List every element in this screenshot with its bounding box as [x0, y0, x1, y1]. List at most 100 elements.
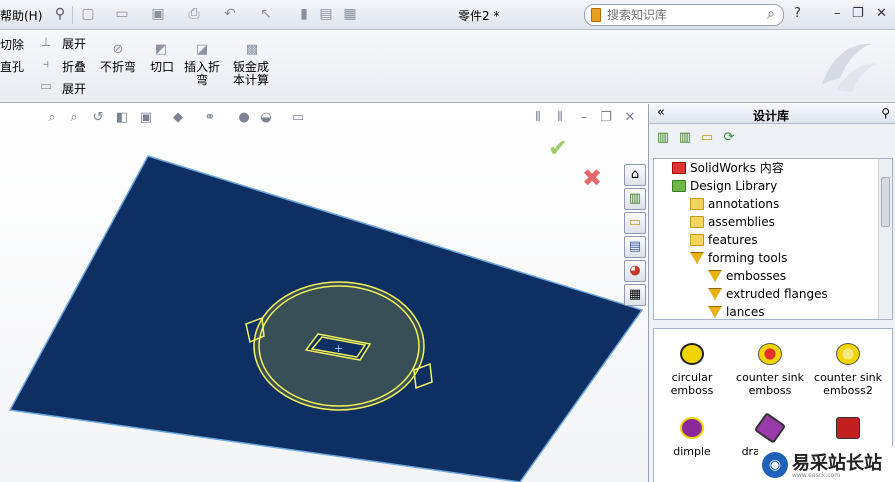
design-library-panel: « 设计库 ⚲ ▥ ▥ ▭ ⟳ SolidWorks 内容 Design Lib…: [648, 104, 895, 482]
watermark-logo-icon: ◉: [762, 452, 788, 478]
forming-tool-icon: [708, 270, 722, 282]
solidworks-content-icon: [672, 162, 686, 174]
unfold-icon: ⟂: [41, 35, 51, 50]
origin-marker: +: [334, 342, 343, 355]
help-menu[interactable]: 帮助(H): [0, 7, 42, 24]
design-library-tab[interactable]: ▥: [624, 188, 646, 210]
library-icon: ▥: [628, 191, 642, 206]
tree-item-features[interactable]: features: [690, 231, 758, 249]
tree-item-lances[interactable]: lances: [708, 303, 765, 319]
print-icon[interactable]: ⎙: [186, 6, 202, 22]
folder-icon: [690, 216, 704, 228]
open-folder-icon[interactable]: ▭: [114, 6, 130, 22]
library-item-counter-sink-emboss[interactable]: counter sink emboss: [732, 343, 808, 397]
book-icon: [591, 8, 601, 22]
new-document-icon[interactable]: ▢: [80, 6, 96, 22]
design-library-title: 设计库: [753, 109, 790, 123]
rebuild-icon[interactable]: ▮: [296, 6, 312, 22]
folder-icon: [690, 198, 704, 210]
file-explorer-tab[interactable]: ▭: [624, 212, 646, 234]
library-item-partial[interactable]: [810, 417, 886, 445]
pin-icon[interactable]: ⚲: [881, 106, 890, 120]
close-icon[interactable]: ✕: [876, 6, 887, 21]
tree-item-label: extruded flanges: [726, 287, 828, 301]
extruded-flange-icon: [836, 417, 860, 439]
design-library-tree: SolidWorks 内容 Design Library annotations…: [653, 158, 893, 320]
knowledge-search-box[interactable]: ⌕: [584, 4, 784, 26]
tree-item-label: annotations: [708, 197, 780, 211]
options-icon[interactable]: ▦: [342, 6, 358, 22]
undo-icon[interactable]: ↶: [222, 6, 238, 22]
no-bends-button[interactable]: 不折弯: [100, 60, 136, 74]
insert-bends-icon: ◪: [195, 42, 209, 57]
pin-icon[interactable]: ⚲: [52, 6, 68, 22]
library-item-counter-sink-emboss2[interactable]: counter sink emboss2: [810, 343, 886, 397]
tree-item-annotations[interactable]: annotations: [690, 195, 779, 213]
toolbar-separator: [72, 6, 73, 24]
library-item-dimple[interactable]: dimple: [654, 417, 730, 458]
restore-icon[interactable]: ❐: [852, 6, 864, 21]
ds-logo: [812, 34, 884, 98]
appearance-ball-icon: ◕: [629, 263, 641, 278]
tree-item-label: Design Library: [690, 179, 778, 193]
cut-extrude-button[interactable]: 切除: [0, 38, 24, 52]
title-bar: 帮助(H) ⚲ ▢ ▭ ▣ ⎙ ↶ ↖ ▮ ▤ ▦ 零件2 * ⌕ ? – ❐ …: [0, 0, 895, 30]
create-new-folder-icon[interactable]: ▭: [699, 130, 715, 146]
solidworks-resources-tab[interactable]: ⌂: [624, 164, 646, 186]
sheet-metal-part[interactable]: +: [0, 104, 648, 482]
flatten-button[interactable]: 展开: [62, 82, 86, 96]
rip-button[interactable]: 切口: [150, 60, 174, 74]
file-properties-icon[interactable]: ▤: [318, 6, 334, 22]
add-file-location-icon[interactable]: ▥: [677, 130, 693, 146]
select-pointer-icon[interactable]: ↖: [258, 6, 274, 22]
fold-button[interactable]: 折叠: [62, 60, 86, 74]
watermark-subtext: www.easck.com: [792, 472, 841, 479]
unfold-button[interactable]: 展开: [62, 37, 86, 51]
sheet-cost-icon: ▩: [245, 42, 259, 57]
custom-properties-tab[interactable]: ▦: [624, 284, 646, 306]
folder-icon: ▭: [628, 215, 642, 230]
knowledge-search-input[interactable]: [607, 7, 757, 23]
sheet-cost-button-line2: 本计算: [233, 73, 270, 87]
home-icon: ⌂: [630, 167, 640, 182]
tree-scrollbar-thumb[interactable]: [881, 177, 890, 227]
appearances-tab[interactable]: ◕: [624, 260, 646, 282]
library-item-circular-emboss[interactable]: circular emboss: [654, 343, 730, 397]
insert-bends-button-line2: 弯: [196, 73, 209, 87]
tree-item-embosses[interactable]: embosses: [708, 267, 786, 285]
insert-bends-button[interactable]: 插入折: [184, 60, 220, 74]
tree-item-label: SolidWorks 内容: [690, 161, 784, 175]
library-item-label: circular emboss: [670, 371, 714, 397]
simple-hole-button[interactable]: 直孔: [0, 60, 24, 74]
collapse-double-chevron-icon[interactable]: «: [657, 105, 665, 120]
tree-item-label: embosses: [726, 269, 787, 283]
tree-item-label: lances: [726, 305, 765, 319]
tree-item-assemblies[interactable]: assemblies: [690, 213, 775, 231]
help-icon[interactable]: ?: [794, 6, 801, 21]
tree-scrollbar[interactable]: [878, 159, 892, 319]
flatten-icon: ▭: [39, 79, 53, 94]
add-to-library-icon[interactable]: ▥: [655, 130, 671, 146]
tree-item-forming-tools[interactable]: forming tools: [690, 249, 787, 267]
tree-item-design-library[interactable]: Design Library: [672, 177, 777, 195]
task-pane-tabs: ⌂ ▥ ▭ ▤ ◕ ▦: [624, 164, 648, 310]
save-icon[interactable]: ▣: [150, 6, 166, 22]
library-item-label: counter sink emboss: [736, 371, 804, 397]
properties-icon: ▦: [628, 287, 642, 302]
refresh-icon[interactable]: ⟳: [721, 130, 737, 146]
tree-item-solidworks-content[interactable]: SolidWorks 内容: [672, 159, 784, 177]
forming-tool-icon: [690, 252, 704, 264]
graphics-area[interactable]: ⌕ ⌕ ↺ ◧ ▣ ◆ ⚭ ● ◒ ▭ ⫴ ⫴ – ❐ ✕ ✔ ✖ +: [0, 104, 648, 482]
tree-item-label: assemblies: [708, 215, 775, 229]
circular-emboss-icon: [680, 343, 704, 365]
search-icon[interactable]: ⌕: [767, 6, 775, 22]
tree-item-extruded-flanges[interactable]: extruded flanges: [708, 285, 828, 303]
sheet-cost-button[interactable]: 钣金成: [233, 60, 269, 74]
no-bends-icon: ⊘: [112, 42, 124, 57]
design-library-toolbar: ▥ ▥ ▭ ⟳: [649, 124, 895, 154]
minimize-icon[interactable]: –: [834, 6, 841, 21]
watermark: ◉ 易采站长站 www.easck.com: [758, 446, 895, 482]
fold-icon: ⫞: [42, 57, 50, 72]
library-item-label: counter sink emboss2: [814, 371, 882, 397]
view-palette-tab[interactable]: ▤: [624, 236, 646, 258]
